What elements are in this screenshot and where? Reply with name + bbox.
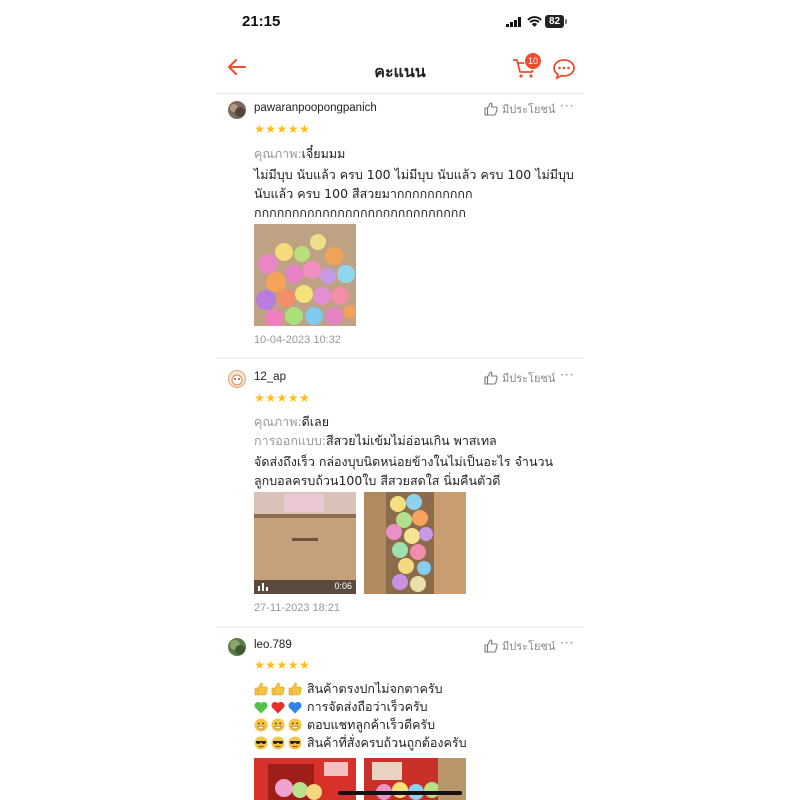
review-text: การจัดส่งถือว่าเร็วครับ — [307, 699, 428, 714]
review-photo[interactable] — [364, 492, 466, 594]
helpful-label: มีประโยชน์ — [502, 640, 556, 653]
cart-count-badge: 10 — [524, 52, 542, 70]
thumbs-up-emoji-group — [254, 682, 302, 696]
review-text-line: จัดส่งถึงเร็ว กล่องบุบนิดหน่อยข้างในไม่เ… — [254, 454, 554, 469]
star-rating: ★★★★★ — [254, 122, 311, 136]
more-options-icon[interactable]: ··· — [560, 99, 574, 113]
avatar[interactable] — [228, 101, 246, 119]
battery-tip — [565, 19, 567, 24]
review-text: สินค้าตรงปกไม่จกตาครับ — [307, 681, 443, 696]
video-duration: 0:06 — [334, 581, 352, 591]
design-attribute: การออกแบบ:สีสวยไม่เข้มไม่อ่อนเกิน พาสเทล — [254, 431, 497, 451]
review-text-line: กกกกกกกกกกกกกกกกกกกกกกกกกกกก — [254, 205, 466, 220]
review-text: สินค้าที่สั่งครบถ้วนถูกต้องครับ — [307, 735, 467, 750]
grin-face-icon — [271, 718, 285, 732]
status-time: 21:15 — [242, 13, 281, 30]
review-item: pawaranpoopongpanich มีประโยชน์ ··· ★★★★… — [216, 97, 584, 357]
thumbs-up-emoji-icon — [271, 682, 285, 696]
ball-pit-image — [254, 224, 356, 326]
review-divider — [216, 626, 584, 628]
signal-icon — [506, 17, 521, 27]
quality-label: คุณภาพ: — [254, 414, 302, 429]
wifi-icon — [527, 16, 542, 27]
thumbs-up-icon — [484, 102, 498, 116]
quality-attribute: คุณภาพ:ดีเลย — [254, 412, 329, 432]
design-value: สีสวยไม่เข้มไม่อ่อนเกิน พาสเทล — [326, 433, 497, 448]
quality-value: เจี๋ยมมม — [301, 146, 346, 161]
review-date: 10-04-2023 10:32 — [254, 334, 341, 346]
review-divider — [216, 357, 584, 359]
grin-face-icon — [288, 718, 302, 732]
phone-screen: 21:15 82 คะแนน 10 pawaranpoopongpanich ม… — [216, 0, 584, 800]
thumbs-up-emoji-icon — [254, 682, 268, 696]
ball-bag-image — [364, 492, 466, 594]
review-text-line: สินค้าตรงปกไม่จกตาครับ — [254, 679, 443, 699]
quality-attribute: คุณภาพ:เจี๋ยมมม — [254, 144, 345, 164]
sunglasses-face-icon — [288, 736, 302, 750]
helpful-label: มีประโยชน์ — [502, 103, 556, 116]
helpful-button[interactable]: มีประโยชน์ — [484, 637, 555, 655]
helpful-button[interactable]: มีประโยชน์ — [484, 369, 555, 387]
heart-emoji-group — [254, 701, 302, 714]
box-video-thumbnail — [254, 492, 356, 594]
grin-face-icon — [254, 718, 268, 732]
review-text-line: ตอบแชทลูกค้าเร็วดีครับ — [254, 715, 435, 735]
review-item: leo.789 มีประโยชน์ ··· ★★★★★ สินค้าตรงปก… — [216, 635, 584, 800]
header-divider — [216, 92, 584, 95]
review-photo[interactable] — [254, 224, 356, 326]
star-rating: ★★★★★ — [254, 658, 311, 672]
top-app-bar: คะแนน 10 — [216, 48, 584, 92]
design-label: การออกแบบ: — [254, 433, 327, 448]
avatar[interactable] — [228, 370, 246, 388]
sunglasses-emoji-group — [254, 736, 302, 750]
review-username[interactable]: 12_ap — [254, 371, 286, 383]
battery-indicator: 82 — [545, 15, 564, 28]
chat-icon[interactable] — [552, 58, 576, 80]
status-bar: 21:15 82 — [216, 0, 584, 44]
avatar[interactable] — [228, 638, 246, 656]
quality-label: คุณภาพ: — [254, 146, 302, 161]
review-text-line: ลูกบอลครบถ้วน100ใบ สีสวยสดใส นิ่มคืนตัวด… — [254, 473, 501, 488]
more-options-icon[interactable]: ··· — [560, 636, 574, 650]
review-text-line: การจัดส่งถือว่าเร็วครับ — [254, 697, 428, 717]
more-options-icon[interactable]: ··· — [560, 368, 574, 382]
thumbs-up-emoji-icon — [288, 682, 302, 696]
review-text-line: ไม่มีบุบ นับแล้ว ครบ 100 ไม่มีบุบ นับแล้… — [254, 167, 574, 182]
helpful-button[interactable]: มีประโยชน์ — [484, 100, 555, 118]
blue-heart-icon — [288, 701, 302, 713]
review-date: 27-11-2023 18:21 — [254, 602, 341, 614]
sunglasses-face-icon — [254, 736, 268, 750]
review-text-line: นับแล้ว ครบ 100 สีสวยมากกกกกกกกกก — [254, 186, 473, 201]
review-item: 12_ap มีประโยชน์ ··· ★★★★★ คุณภาพ:ดีเลย … — [216, 366, 584, 626]
smile-emoji-group — [254, 718, 302, 732]
sunglasses-face-icon — [271, 736, 285, 750]
review-username[interactable]: pawaranpoopongpanich — [254, 102, 377, 114]
video-bars-icon — [258, 583, 268, 591]
thumbs-up-icon — [484, 639, 498, 653]
review-text-line: สินค้าที่สั่งครบถ้วนถูกต้องครับ — [254, 733, 467, 753]
review-username[interactable]: leo.789 — [254, 639, 292, 651]
home-indicator — [338, 791, 462, 795]
review-video[interactable]: 0:06 — [254, 492, 356, 594]
star-rating: ★★★★★ — [254, 391, 311, 405]
green-heart-icon — [254, 701, 268, 713]
quality-value: ดีเลย — [301, 414, 330, 429]
review-text: ตอบแชทลูกค้าเร็วดีครับ — [307, 717, 436, 732]
red-heart-icon — [271, 701, 285, 713]
thumbs-up-icon — [484, 371, 498, 385]
helpful-label: มีประโยชน์ — [502, 372, 556, 385]
